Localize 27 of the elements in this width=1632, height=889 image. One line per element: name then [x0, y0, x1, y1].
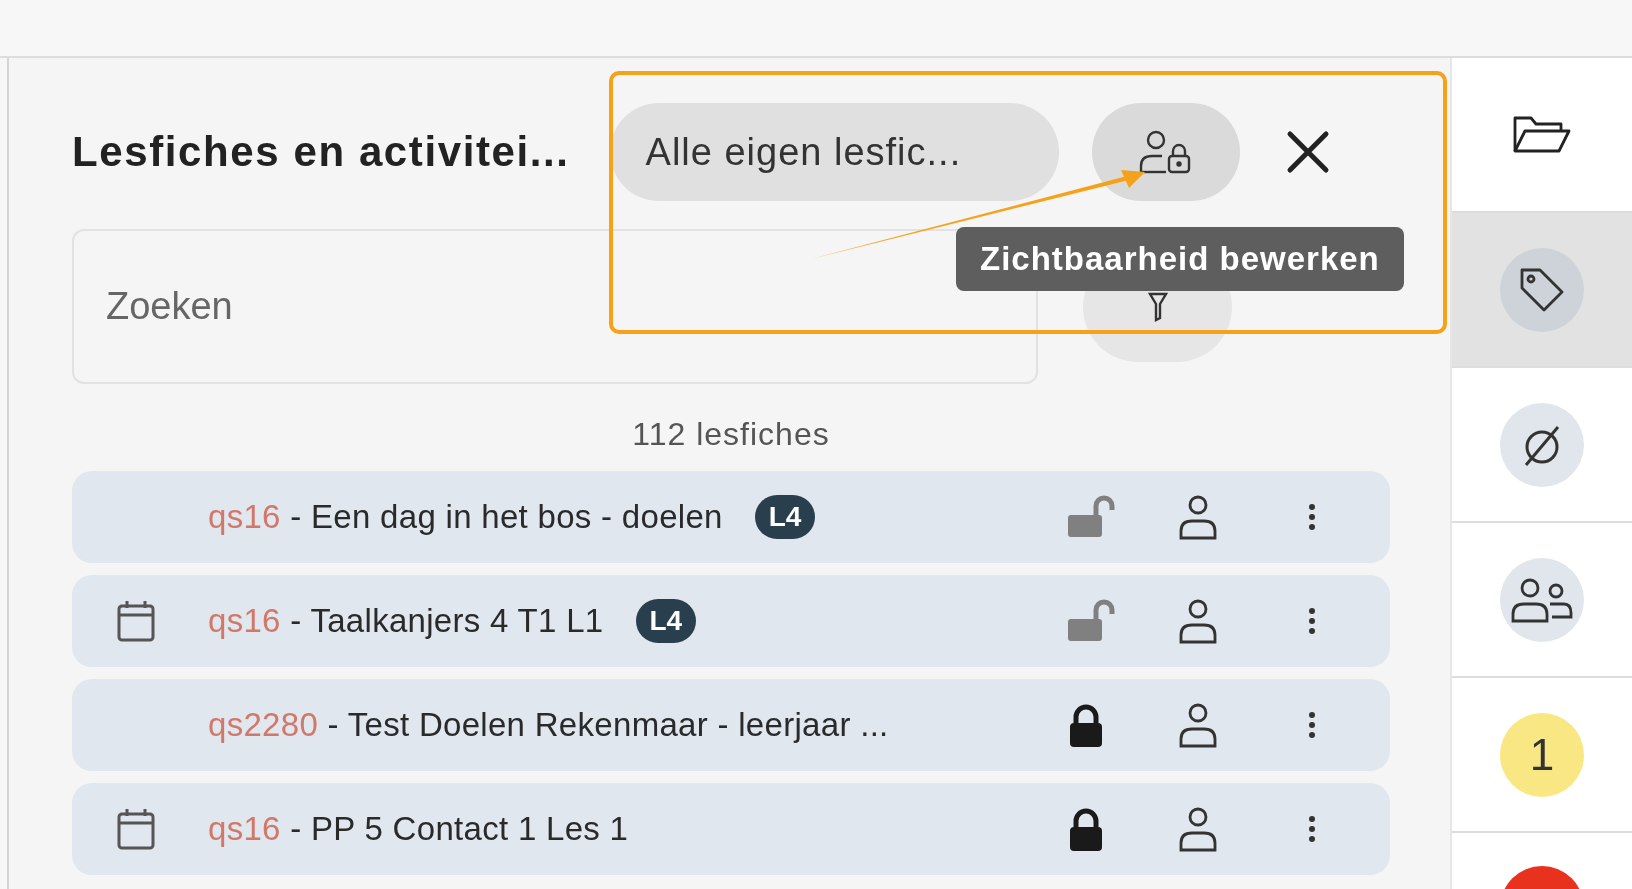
level-tag: L4 [635, 599, 697, 643]
lesson-row[interactable]: qs2280 - Test Doelen Rekenmaar - leerjaar ... [72, 679, 1390, 771]
lesson-title: qs16 - PP 5 Contact 1 Les 1 [208, 810, 629, 848]
more-icon[interactable] [1308, 815, 1316, 843]
filter-icon [1147, 291, 1168, 322]
person-icon[interactable] [1178, 494, 1218, 540]
result-count: 112 lesfiches [631, 416, 831, 453]
lesson-title: qs2280 - Test Doelen Rekenmaar - leerjaar ... [208, 706, 889, 744]
more-icon[interactable] [1308, 607, 1316, 635]
lesson-row[interactable]: qs16 - Een dag in het bos - doelen L4 [72, 471, 1390, 563]
person-icon[interactable] [1178, 598, 1218, 644]
count-badge: 1 [1500, 712, 1584, 797]
sidebar-item[interactable]: 1 [1452, 678, 1632, 833]
unlocked-lock-icon[interactable] [1066, 495, 1116, 539]
lesson-title: qs16 - Taalkanjers 4 T1 L1 [208, 602, 604, 640]
lesson-row[interactable]: qs16 - Taalkanjers 4 T1 L1 L4 [72, 575, 1390, 667]
unlocked-lock-icon[interactable] [1066, 599, 1116, 643]
lesson-row[interactable]: qs16 - PP 5 Contact 1 Les 1 [72, 783, 1390, 875]
person-icon[interactable] [1178, 806, 1218, 852]
person-icon[interactable] [1178, 702, 1218, 748]
tooltip: Zichtbaarheid bewerken [956, 227, 1404, 291]
folder-icon [1513, 114, 1571, 155]
level-tag: L4 [754, 495, 816, 539]
more-icon[interactable] [1308, 503, 1316, 531]
lesson-title: qs16 - Een dag in het bos - doelen [208, 498, 723, 536]
more-icon[interactable] [1308, 711, 1316, 739]
panel-title: Lesfiches en activitei... [72, 128, 570, 176]
